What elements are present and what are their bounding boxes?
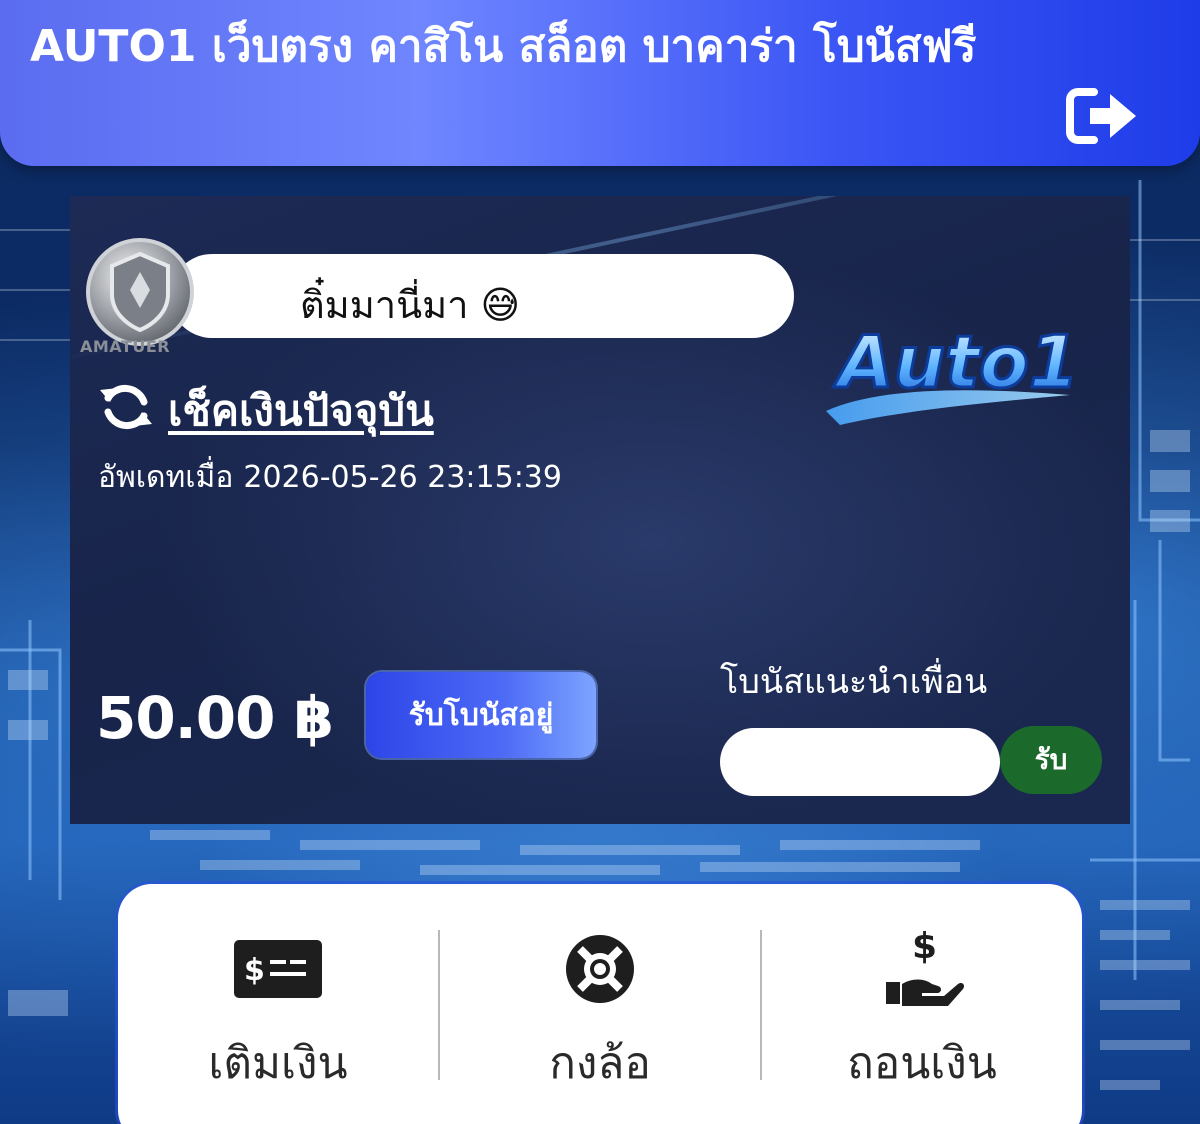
- withdraw-label: ถอนเงิน: [847, 1038, 997, 1089]
- svg-text:$: $: [244, 953, 265, 988]
- auto1-logo: Auto1: [820, 291, 1080, 431]
- check-balance-link[interactable]: เช็คเงินปัจจุบัน: [168, 378, 434, 444]
- logout-icon: [1066, 88, 1136, 144]
- brand-logo-graphic: Auto1: [826, 319, 1080, 425]
- withdraw-action[interactable]: $ ถอนเงิน: [762, 884, 1082, 1124]
- last-updated-prefix: อัพเดทเมื่อ: [98, 460, 234, 495]
- wheel-label: กงล้อ: [549, 1038, 651, 1089]
- rank-label: AMATUER: [80, 337, 171, 356]
- withdraw-hand-dollar-icon: $: [872, 924, 972, 1014]
- deposit-icon: $: [228, 924, 328, 1014]
- deposit-label: เติมเงิน: [208, 1038, 348, 1089]
- balance-amount: 50.00 ฿: [96, 684, 334, 752]
- quick-actions-panel: $ เติมเงิน กงล้อ $ ถอนเงิน: [118, 884, 1082, 1124]
- last-updated-timestamp: 2026-05-26 23:15:39: [243, 460, 562, 495]
- deposit-action[interactable]: $ เติมเงิน: [118, 884, 438, 1124]
- last-updated: อัพเดทเมื่อ 2026-05-26 23:15:39: [98, 454, 572, 501]
- site-title: AUTO1 เว็บตรง คาสิโน สล็อต บาคาร่า โบนัส…: [30, 21, 977, 72]
- refresh-balance-button[interactable]: [96, 382, 156, 432]
- referral-claim-button[interactable]: รับ: [1000, 726, 1102, 794]
- referral-bonus-label: โบนัสแนะนำเพื่อน: [720, 662, 988, 702]
- balance-card: ติ๋มมานี่มา 😅 AMATUER เช็คเงินปัจจุบัน อ…: [70, 196, 1130, 824]
- logo-wordmark: Auto1: [833, 320, 1079, 404]
- claim-bonus-button[interactable]: รับโบนัสอยู่: [366, 672, 596, 758]
- lifebuoy-wheel-icon: [550, 924, 650, 1014]
- username: ติ๋มมานี่มา 😅: [300, 283, 521, 327]
- wheel-action[interactable]: กงล้อ: [440, 884, 760, 1124]
- refresh-icon: [100, 384, 152, 430]
- svg-text:$: $: [912, 926, 937, 967]
- referral-code-input[interactable]: [720, 728, 1000, 796]
- app-header: AUTO1 เว็บตรง คาสิโน สล็อต บาคาร่า โบนัส…: [0, 0, 1200, 166]
- logout-button[interactable]: [1064, 84, 1144, 148]
